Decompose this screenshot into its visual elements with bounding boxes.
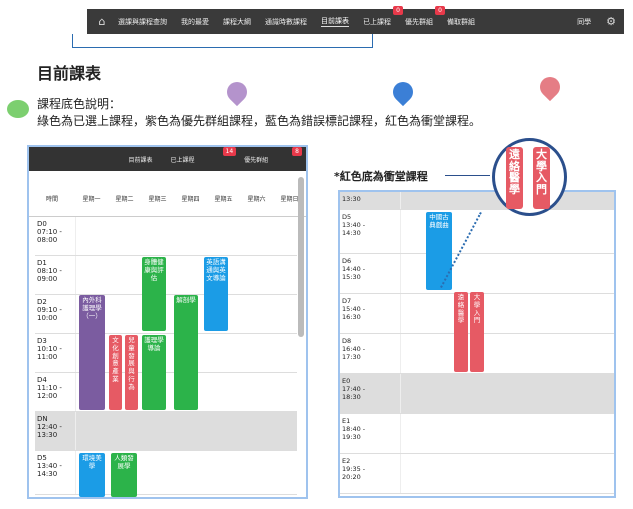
course-block[interactable]: 大學入門 <box>470 292 484 372</box>
legend-label: 課程底色說明： <box>37 97 122 111</box>
period-label: E1 18:40 - 19:30 <box>342 417 366 441</box>
period-row: E1 18:40 - 19:30 <box>340 414 614 454</box>
schedule-grid: D0 07:10 - 08:00 D1 08:10 - 09:00 D2 09:… <box>35 217 297 495</box>
note-pointer-line <box>445 175 490 176</box>
period-row: D1 08:10 - 09:00 <box>35 256 297 295</box>
period-label: E2 19:35 - 20:20 <box>342 457 366 481</box>
callout-line <box>372 34 373 48</box>
period-label: D6 14:40 - 15:30 <box>342 257 366 281</box>
purple-pin-icon <box>222 77 252 107</box>
nav-taken-courses[interactable]: 已上課程 0 <box>363 5 403 27</box>
period-label: E0 17:40 - 18:30 <box>342 377 366 401</box>
period-label: D0 07:10 - 08:00 <box>37 220 62 244</box>
taken-badge: 0 <box>393 5 403 15</box>
period-label: D8 16:40 - 17:30 <box>342 337 366 361</box>
scrollbar[interactable] <box>298 177 304 337</box>
period-row: D0 07:10 - 08:00 <box>35 217 297 256</box>
course-block[interactable]: 環境美學 <box>79 453 105 497</box>
course-block[interactable]: 英語溝通與英文導論 <box>204 257 228 331</box>
course-block[interactable]: 文化創意產業 <box>109 335 122 410</box>
callout-line <box>72 34 73 48</box>
nav-syllabus[interactable]: 課程大綱 <box>223 17 251 27</box>
period-label: D2 09:10 - 10:00 <box>37 298 62 322</box>
tab-taken-label: 已上課程 <box>170 156 195 164</box>
schedule-toolbar: 目前課表 已上課程 14 優先群組 8 <box>29 147 306 171</box>
period-label: D1 08:10 - 09:00 <box>37 259 62 283</box>
period-row: E2 19:35 - 20:20 <box>340 454 614 494</box>
nav-priority-group[interactable]: 優先群組 0 <box>405 5 445 27</box>
course-block[interactable]: 兒童發展與行為 <box>125 335 138 410</box>
nav-current-schedule[interactable]: 目前課表 <box>321 16 349 27</box>
zoom-circle: 遠絡醫學 大學入門 <box>492 138 567 216</box>
gear-icon[interactable]: ⚙ <box>606 15 616 28</box>
tab-current-schedule[interactable]: 目前課表 <box>128 155 152 164</box>
course-block[interactable]: 人類發展學 <box>111 453 137 497</box>
zoom-course-2: 大學入門 <box>533 147 550 209</box>
col-thu: 星期四 <box>181 196 200 203</box>
callout-line <box>72 47 372 48</box>
course-block[interactable]: 遠絡醫學 <box>454 292 468 372</box>
nav-priority-label: 優先群組 <box>405 17 433 26</box>
period-row: 13:30 <box>340 192 614 210</box>
user-menu[interactable]: 同學 <box>577 17 591 27</box>
legend-text: 綠色為已選上課程，紫色為優先群組課程，藍色為錯誤標記課程，紅色為衝堂課程。 <box>37 114 482 128</box>
nav-general-edu[interactable]: 通識時數課程 <box>265 17 307 27</box>
period-label: 13:30 <box>342 195 361 203</box>
course-block[interactable]: 護理學導論 <box>142 335 166 410</box>
period-row: D2 09:10 - 10:00 <box>35 295 297 334</box>
priority-count-badge: 8 <box>292 147 302 156</box>
period-row: E0 17:40 - 18:30 <box>340 374 614 414</box>
col-time: 時間 <box>45 196 58 203</box>
tab-priority-label: 優先群組 <box>244 156 269 164</box>
period-row: DN 12:40 - 13:30 <box>35 412 297 451</box>
period-label: D5 13:40 - 14:30 <box>37 454 62 478</box>
col-fri: 星期五 <box>214 196 233 203</box>
schedule-header: 時間 星期一 星期二 星期三 星期四 星期五 星期六 星期日 <box>29 181 306 217</box>
blue-pin-icon <box>388 77 418 107</box>
col-sat: 星期六 <box>247 196 266 203</box>
course-block[interactable]: 中國古典戲曲 <box>426 212 452 290</box>
nav-course-query[interactable]: 選課與課程查詢 <box>118 17 167 27</box>
period-label: D3 10:10 - 11:00 <box>37 337 62 361</box>
period-row: D4 11:10 - 12:00 <box>35 373 297 412</box>
period-row: D5 13:40 - 14:30 <box>35 451 297 495</box>
course-block[interactable]: 身體健康與評估 <box>142 257 166 331</box>
taken-count-badge: 14 <box>222 147 237 156</box>
col-mon: 星期一 <box>82 196 101 203</box>
period-label: D5 13:40 - 14:30 <box>342 213 366 237</box>
period-row: D3 10:10 - 11:00 <box>35 334 297 373</box>
tab-taken-courses[interactable]: 已上課程 14 <box>165 147 237 164</box>
schedule-panel-zoom: 13:30 D5 13:40 - 14:30 D6 14:40 - 15:30 … <box>338 190 616 498</box>
priority-badge: 0 <box>435 5 445 15</box>
tab-priority-group[interactable]: 優先群組 8 <box>238 147 302 164</box>
course-block[interactable]: 解剖學 <box>174 295 198 410</box>
page-title: 目前課表 <box>37 64 102 83</box>
red-pin-icon <box>535 72 565 102</box>
period-label: DN 12:40 - 13:30 <box>37 415 62 439</box>
conflict-note: *紅色底為衝堂課程 <box>334 170 428 183</box>
period-row: D6 14:40 - 15:30 <box>340 254 614 294</box>
top-navbar: ⌂ 選課與課程查詢 我的最愛 課程大綱 通識時數課程 目前課表 已上課程 0 優先… <box>87 5 624 34</box>
nav-taken-label: 已上課程 <box>363 17 391 26</box>
zoom-course-1: 遠絡醫學 <box>506 147 523 209</box>
period-label: D4 11:10 - 12:00 <box>37 376 62 400</box>
schedule-panel-week: 目前課表 已上課程 14 優先群組 8 時間 星期一 星期二 星期三 星期四 星期五… <box>27 145 308 499</box>
course-block[interactable]: 內外科護理學（一） <box>79 295 105 410</box>
nav-waitlist[interactable]: 備取群組 <box>447 17 475 27</box>
col-wed: 星期三 <box>148 196 167 203</box>
period-label: D7 15:40 - 16:30 <box>342 297 366 321</box>
col-tue: 星期二 <box>115 196 134 203</box>
home-icon[interactable]: ⌂ <box>93 15 111 28</box>
green-dot-icon <box>7 100 29 118</box>
nav-favorites[interactable]: 我的最愛 <box>181 17 209 27</box>
